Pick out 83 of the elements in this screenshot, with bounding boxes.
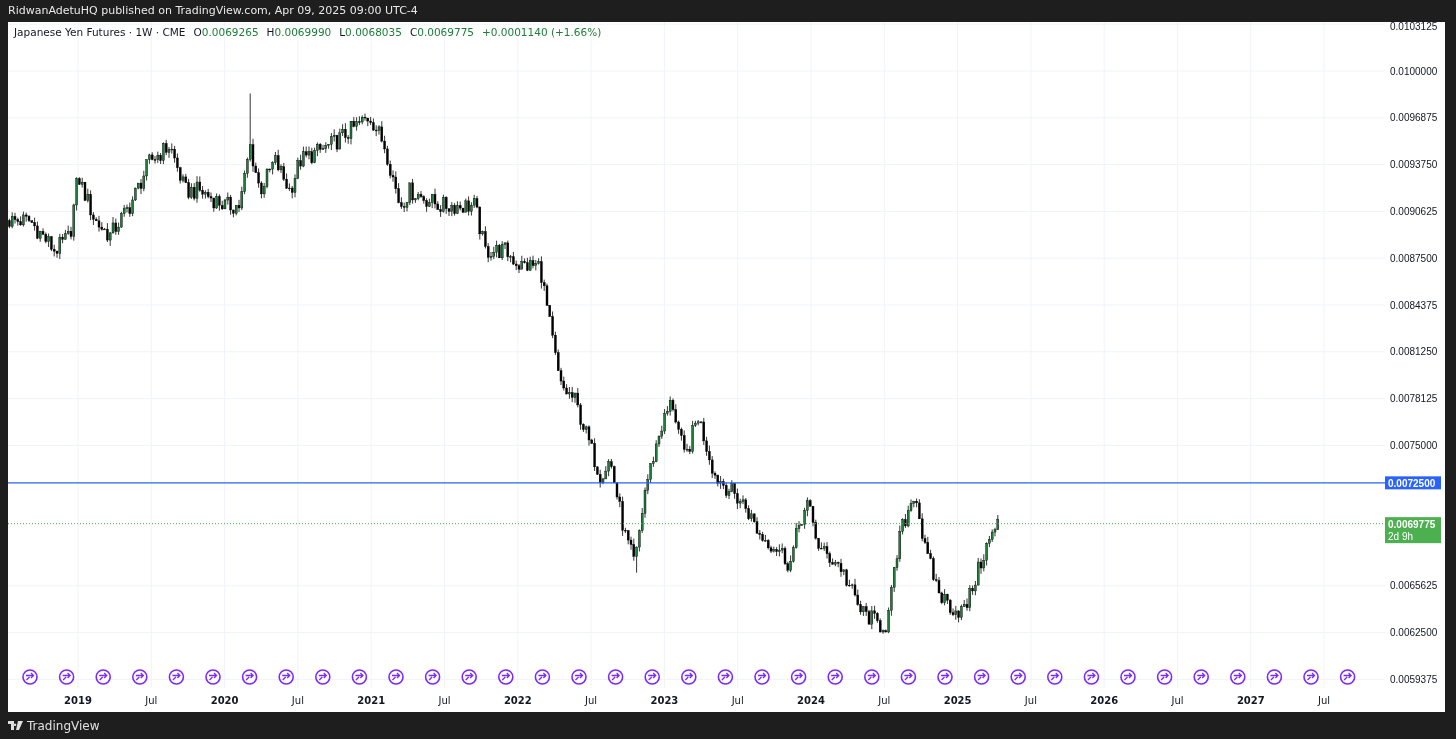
arrow-circle-icon[interactable] (973, 669, 990, 685)
arrow-circle-icon[interactable] (461, 669, 477, 685)
arrow-circle-icon[interactable] (900, 669, 917, 685)
symbol-title: Japanese Yen Futures · 1W · CME (14, 26, 186, 38)
arrow-circle-icon[interactable] (498, 669, 514, 685)
time-axis-label: Jul (1171, 695, 1184, 706)
time-axis-label: Jul (1024, 695, 1037, 706)
arrow-circle-icon[interactable] (205, 669, 221, 685)
price-axis-label: 0.0078125 (1390, 393, 1438, 405)
arrow-circle-icon[interactable] (22, 669, 38, 685)
price-axis-label: 0.0059375 (1390, 673, 1438, 685)
price-axis-label: 0.0084375 (1390, 299, 1438, 311)
arrow-circle-icon[interactable] (1156, 669, 1173, 685)
time-axis-label: 2025 (943, 695, 972, 706)
time-axis-label: Jul (438, 695, 451, 706)
price-change: +0.0001140 (+1.66%) (482, 26, 602, 38)
time-axis-label: 2022 (503, 695, 532, 706)
time-axis-label: 2020 (210, 695, 239, 706)
price-axis-label: 0.0075000 (1390, 439, 1438, 451)
price-axis-label: 0.0103125 (1390, 22, 1438, 32)
time-axis-label: 2021 (357, 695, 386, 706)
time-axis-label: 2019 (64, 695, 92, 706)
arrow-circle-icon[interactable] (1303, 669, 1319, 685)
arrow-circle-icon[interactable] (607, 669, 624, 685)
logo-icon[interactable] (8, 721, 23, 730)
brand-name[interactable]: TradingView (27, 718, 100, 733)
publisher-caption: RidwanAdetuHQ published on TradingView.com, Apr 09, 2025 09:00 UTC-4 (7, 3, 419, 19)
time-axis-label: Jul (878, 695, 891, 706)
time-axis-label: 2026 (1090, 695, 1119, 706)
ohlc-label: L (339, 26, 346, 38)
arrow-circle-icon[interactable] (754, 669, 770, 685)
arrow-circle-icon[interactable] (827, 669, 843, 685)
arrow-circle-icon[interactable] (351, 669, 368, 685)
arrow-circle-icon[interactable] (571, 669, 587, 685)
ohlc-value: 0.0069775 (417, 26, 474, 38)
arrow-circle-icon[interactable] (1193, 669, 1209, 685)
arrow-circle-icon[interactable] (241, 669, 258, 685)
ohlc-label: C (409, 26, 418, 38)
ohlc-label: H (266, 26, 275, 38)
time-axis-label: Jul (731, 695, 744, 706)
arrow-circle-icon[interactable] (717, 669, 734, 685)
price-axis-label: 0.0081250 (1390, 346, 1438, 358)
arrow-circle-icon[interactable] (1266, 669, 1283, 685)
price-axis-label: 0.0065625 (1390, 580, 1438, 592)
arrow-circle-icon[interactable] (681, 669, 697, 685)
time-axis-label: Jul (145, 695, 158, 706)
time-axis-label: Jul (1318, 695, 1331, 706)
price-axis-label: 0.0096875 (1390, 112, 1438, 124)
time-axis-label: Jul (291, 695, 304, 706)
price-axis-label: 0.0100000 (1390, 65, 1438, 77)
arrow-circle-icon[interactable] (937, 669, 953, 685)
arrow-circle-icon[interactable] (534, 669, 551, 685)
price-axis-label: 0.0062500 (1390, 627, 1438, 639)
arrow-circle-icon[interactable] (58, 669, 75, 685)
price-tag: 0.0072500 (1385, 476, 1441, 490)
arrow-circle-icon[interactable] (1230, 669, 1246, 685)
arrow-circle-icon[interactable] (644, 669, 660, 685)
arrow-circle-icon[interactable] (278, 669, 294, 685)
arrow-circle-icon[interactable] (1010, 669, 1026, 685)
price-axis-label: 0.0087500 (1390, 252, 1438, 264)
arrow-circle-icon[interactable] (1120, 669, 1136, 685)
price-axis-label: 0.0093750 (1390, 159, 1438, 171)
arrow-circle-icon[interactable] (864, 669, 880, 685)
arrow-circle-icon[interactable] (315, 669, 331, 685)
arrow-circle-icon[interactable] (388, 669, 404, 685)
arrow-circle-icon[interactable] (790, 669, 807, 685)
time-axis-label: Jul (585, 695, 598, 706)
ohlc-value: 0.0068035 (345, 26, 402, 38)
arrow-circle-icon[interactable] (1083, 669, 1100, 685)
last-price-tag: 0.0069775 2d 9h (1385, 517, 1441, 544)
ohlc-value: 0.0069265 (201, 26, 259, 38)
time-axis-label: 2024 (797, 695, 825, 706)
price-axis-label: 0.0090625 (1390, 205, 1438, 217)
ohlc-value: 0.0069990 (274, 26, 332, 38)
arrow-circle-icon[interactable] (1339, 669, 1356, 685)
arrow-circle-icon[interactable] (168, 669, 185, 685)
time-axis-label: 2023 (650, 695, 679, 706)
time-axis-label: 2027 (1236, 695, 1265, 706)
arrow-circle-icon[interactable] (132, 669, 148, 685)
arrow-circle-icon[interactable] (95, 669, 111, 685)
ohlc-label: O (193, 26, 202, 38)
arrow-circle-icon[interactable] (424, 669, 441, 685)
arrow-circle-icon[interactable] (1047, 669, 1063, 685)
